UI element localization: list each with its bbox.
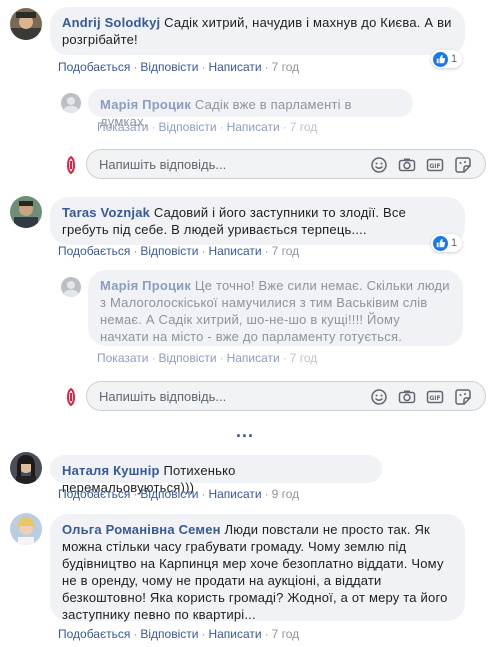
timestamp[interactable]: 7 год xyxy=(290,120,318,134)
comment-actions: Подобається · Відповісти · Написати · 9 год xyxy=(58,487,300,501)
reaction-number: 1 xyxy=(451,237,458,249)
timestamp[interactable]: 7 год xyxy=(272,244,300,258)
gif-icon[interactable]: GIF xyxy=(426,388,444,406)
message-button[interactable]: Написати xyxy=(208,627,261,641)
reply-placeholder: Напишіть відповідь... xyxy=(99,389,227,404)
comment-author[interactable]: Andrij Solodkyj xyxy=(62,15,160,30)
comment-author[interactable]: Марія Процик xyxy=(100,97,191,112)
message-button[interactable]: Написати xyxy=(227,351,280,365)
reply-button[interactable]: Відповісти xyxy=(158,120,216,134)
svg-text:GIF: GIF xyxy=(429,395,440,402)
comment-bubble: Taras Voznjak Садовий і його заступники … xyxy=(50,197,465,245)
gif-icon[interactable]: GIF xyxy=(426,156,444,174)
reply-input[interactable]: Напишіть відповідь... GIF xyxy=(86,149,486,179)
comment-text: Люди повстали не просто так. Як можна ст… xyxy=(62,522,448,622)
show-button[interactable]: Показати xyxy=(97,120,148,134)
like-icon xyxy=(433,51,448,67)
like-button[interactable]: Подобається xyxy=(58,60,130,74)
comment-bubble: Наталя Кушнір Потихенько перемальовуютьс… xyxy=(50,455,382,495)
timestamp[interactable]: 7 год xyxy=(272,60,300,74)
camera-icon[interactable] xyxy=(398,388,416,406)
reaction-count[interactable]: 1 xyxy=(431,50,463,68)
avatar[interactable] xyxy=(10,196,42,228)
profile-emblem-icon xyxy=(67,388,75,406)
show-button[interactable]: Показати xyxy=(97,351,148,365)
comment-author[interactable]: Taras Voznjak xyxy=(62,205,150,220)
reply-button[interactable]: Відповісти xyxy=(140,244,198,258)
reply-button[interactable]: Відповісти xyxy=(140,627,198,641)
comment-actions: Показати · Відповісти · Написати · 7 год xyxy=(97,351,318,365)
comment-bubble: Ольга Романівна Семен Люди повстали не п… xyxy=(50,514,465,622)
reply-input[interactable]: Напишіть відповідь... GIF xyxy=(86,381,486,411)
avatar[interactable] xyxy=(61,93,81,113)
reply-button[interactable]: Відповісти xyxy=(140,60,198,74)
emoji-icon[interactable] xyxy=(370,388,388,406)
like-button[interactable]: Подобається xyxy=(58,627,130,641)
camera-icon[interactable] xyxy=(398,156,416,174)
avatar[interactable] xyxy=(61,277,81,297)
comment-author[interactable]: Наталя Кушнір xyxy=(62,463,160,478)
sticker-icon[interactable] xyxy=(454,388,472,406)
message-button[interactable]: Написати xyxy=(208,487,261,501)
reaction-number: 1 xyxy=(451,53,458,65)
comment-author[interactable]: Ольга Романівна Семен xyxy=(62,522,221,537)
like-icon xyxy=(433,235,448,251)
reply-bubble: Марія Процик Садік вже в парламенті в ду… xyxy=(88,89,413,129)
svg-text:GIF: GIF xyxy=(429,163,440,170)
reply-button[interactable]: Відповісти xyxy=(140,487,198,501)
timestamp[interactable]: 7 год xyxy=(272,627,300,641)
avatar[interactable] xyxy=(10,8,42,40)
comment-bubble: Andrij Solodkyj Садік хитрий, начудив і … xyxy=(50,7,465,55)
reply-bubble: Марія Процик Це точно! Вже сили немає. С… xyxy=(88,270,463,346)
timestamp[interactable]: 9 год xyxy=(272,487,300,501)
message-button[interactable]: Написати xyxy=(227,120,280,134)
message-button[interactable]: Написати xyxy=(208,60,261,74)
reply-placeholder: Напишіть відповідь... xyxy=(99,157,227,172)
like-button[interactable]: Подобається xyxy=(58,244,130,258)
comment-author[interactable]: Марія Процик xyxy=(100,278,191,293)
avatar[interactable] xyxy=(10,513,42,545)
comment-actions: Подобається · Відповісти · Написати · 7 год xyxy=(58,244,300,258)
reply-button[interactable]: Відповісти xyxy=(158,351,216,365)
comment-actions: Подобається · Відповісти · Написати · 7 год xyxy=(58,60,300,74)
message-button[interactable]: Написати xyxy=(208,244,261,258)
profile-emblem-icon xyxy=(67,156,75,174)
reaction-count[interactable]: 1 xyxy=(431,234,463,252)
more-comments-button[interactable]: ... xyxy=(236,422,254,440)
avatar[interactable] xyxy=(10,452,42,484)
like-button[interactable]: Подобається xyxy=(58,487,130,501)
emoji-icon[interactable] xyxy=(370,156,388,174)
comment-actions: Показати · Відповісти · Написати · 7 год xyxy=(97,120,318,134)
comment-actions: Подобається · Відповісти · Написати · 7 год xyxy=(58,627,300,641)
timestamp[interactable]: 7 год xyxy=(290,351,318,365)
sticker-icon[interactable] xyxy=(454,156,472,174)
